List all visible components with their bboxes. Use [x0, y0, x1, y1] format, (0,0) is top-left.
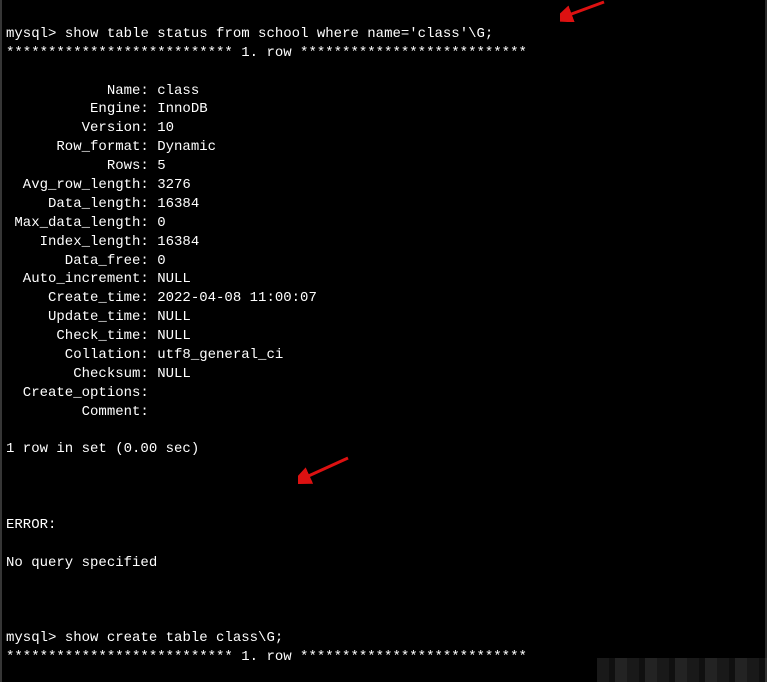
- status-row: Collation: utf8_general_ci: [6, 346, 761, 365]
- status-row: Create_time: 2022-04-08 11:00:07: [6, 289, 761, 308]
- blank-line-2: [6, 592, 761, 611]
- prompt-2: mysql> show create table class\G;: [6, 630, 283, 646]
- footer-artifact: [597, 658, 767, 682]
- status-row: Data_free: 0: [6, 252, 761, 271]
- query-1: show table status from school where name…: [65, 26, 493, 42]
- status-row: Max_data_length: 0: [6, 214, 761, 233]
- table-status-block: Name: class Engine: InnoDB Version: 10 R…: [6, 82, 761, 422]
- row-header-1: *************************** 1. row *****…: [6, 44, 761, 63]
- status-row: Data_length: 16384: [6, 195, 761, 214]
- status-row: Version: 10: [6, 119, 761, 138]
- status-row: Update_time: NULL: [6, 308, 761, 327]
- window-border-left: [0, 0, 2, 682]
- status-row: Create_options:: [6, 384, 761, 403]
- status-row: Engine: InnoDB: [6, 100, 761, 119]
- blank-line-1: [6, 478, 761, 497]
- status-row: Avg_row_length: 3276: [6, 176, 761, 195]
- terminal-output[interactable]: mysql> show table status from school whe…: [0, 0, 767, 682]
- status-row: Auto_increment: NULL: [6, 270, 761, 289]
- status-row: Checksum: NULL: [6, 365, 761, 384]
- status-row: Name: class: [6, 82, 761, 101]
- status-row: Rows: 5: [6, 157, 761, 176]
- status-row: Comment:: [6, 403, 761, 422]
- query-2: show create table class\G;: [65, 630, 283, 646]
- prompt-1: mysql> show table status from school whe…: [6, 26, 493, 42]
- result-1: 1 row in set (0.00 sec): [6, 440, 761, 459]
- status-row: Row_format: Dynamic: [6, 138, 761, 157]
- error-message: No query specified: [6, 554, 761, 573]
- status-row: Index_length: 16384: [6, 233, 761, 252]
- error-label: ERROR:: [6, 516, 761, 535]
- status-row: Check_time: NULL: [6, 327, 761, 346]
